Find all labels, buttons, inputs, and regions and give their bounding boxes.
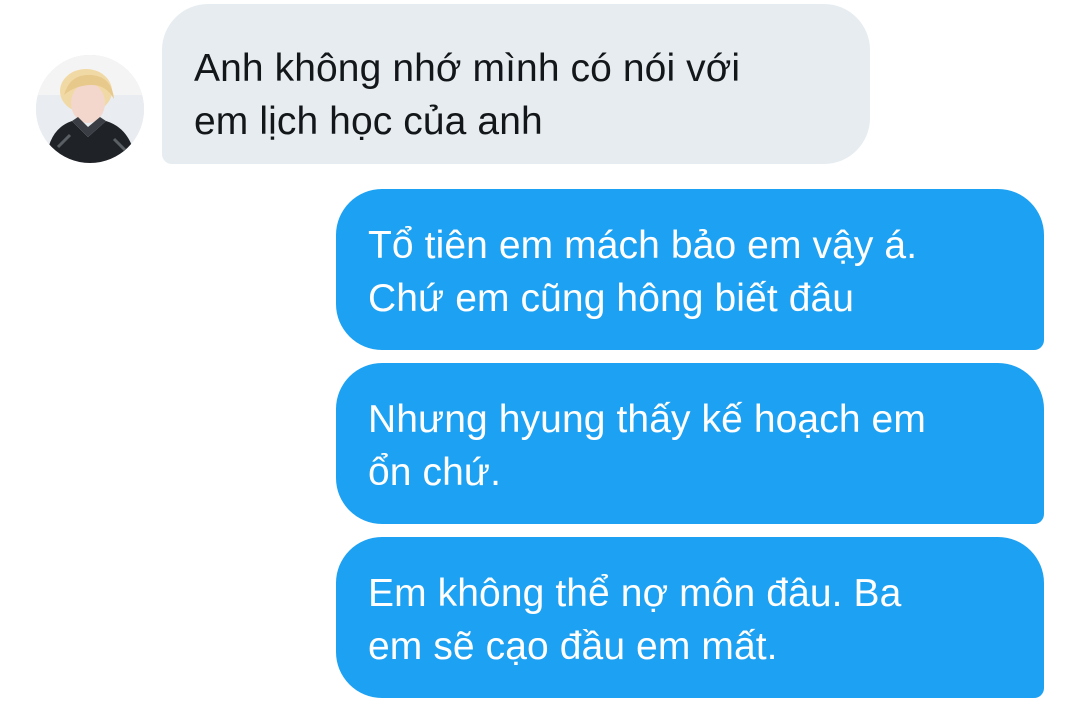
message-text-line: em sẽ cạo đầu em mất. [368, 625, 778, 668]
message-text-line: Anh không nhớ mình có nói với [194, 47, 741, 90]
contact-avatar[interactable] [36, 55, 144, 163]
message-text-line: ổn chứ. [368, 451, 502, 494]
avatar-photo [36, 55, 144, 163]
message-text-line: Nhưng hyung thấy kế hoạch em [368, 398, 926, 441]
chat-thread: Anh không nhớ mình có nói với em lịch họ… [0, 0, 1080, 714]
sent-message-bubble[interactable]: Em không thể nợ môn đâu. Ba em sẽ cạo đầ… [336, 537, 1044, 698]
message-text-line: Em không thể nợ môn đâu. Ba [368, 572, 902, 615]
message-text-line: Tổ tiên em mách bảo em vậy á. [368, 224, 918, 267]
message-text-line: Chứ em cũng hông biết đâu [368, 277, 855, 320]
message-text-line: em lịch học của anh [194, 100, 543, 143]
sent-message-bubble[interactable]: Nhưng hyung thấy kế hoạch em ổn chứ. [336, 363, 1044, 524]
sent-message-bubble[interactable]: Tổ tiên em mách bảo em vậy á. Chứ em cũn… [336, 189, 1044, 350]
received-message-bubble[interactable]: Anh không nhớ mình có nói với em lịch họ… [162, 4, 870, 164]
